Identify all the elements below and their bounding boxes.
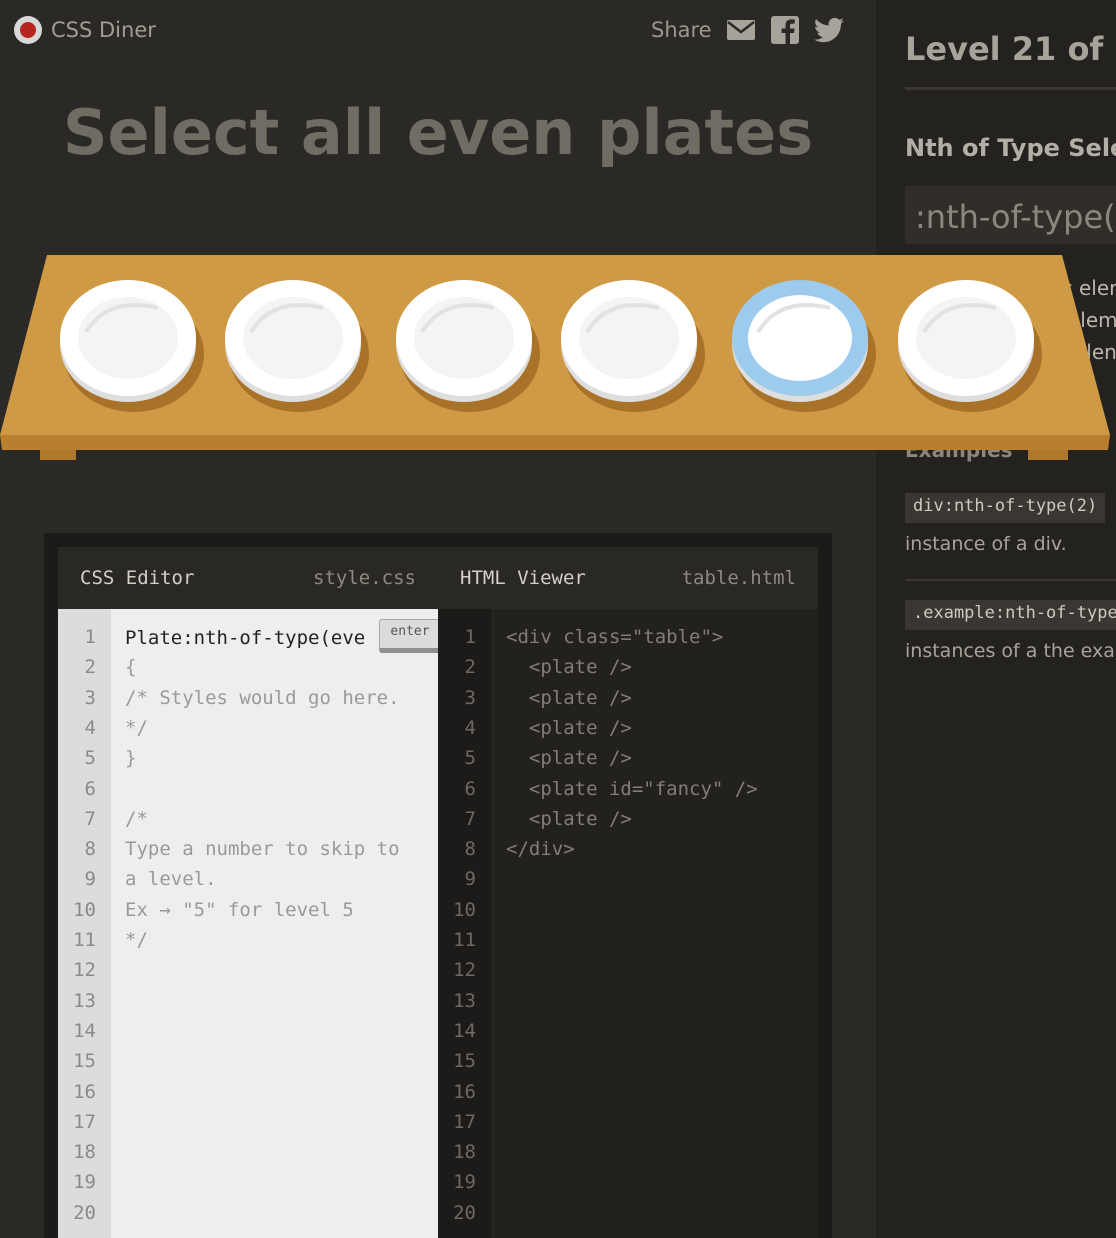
line-number: 9 [84,868,96,891]
css-code-line: /* Styles would go here. [125,686,400,709]
line-number: 17 [453,1110,476,1133]
level-indicator[interactable]: Level 21 of 32 [905,30,1116,68]
app-name: CSS Diner [51,18,156,42]
html-code-line[interactable]: <plate /> [506,808,632,830]
facebook-icon[interactable] [770,16,800,44]
html-viewer-title: HTML Viewer [460,567,586,589]
example-text: instance of a div. [905,533,1067,555]
table-leg [40,446,76,460]
example-text: instances of a the exa [905,640,1115,662]
html-viewer-header: HTML Viewer table.html [438,547,818,609]
selector-name: Nth of Type Selector [905,134,1116,162]
examples-heading: Examples [905,438,1013,462]
line-number: 4 [84,716,96,739]
line-number: 18 [73,1141,96,1164]
share-label: Share [651,18,712,42]
line-number: 16 [73,1080,96,1103]
html-code-line[interactable]: <plate id="fancy" /> [506,778,758,800]
line-number: 7 [84,807,96,830]
line-number: 8 [464,838,476,861]
line-number: 19 [453,1171,476,1194]
line-number: 20 [73,1201,96,1224]
css-code-line: Ex → "5" for level 5 [125,898,354,921]
level-sidebar: Level 21 of 32 Nth of Type Selector :nth… [876,0,1116,1238]
line-number: 10 [453,898,476,921]
css-editor-title: CSS Editor [80,567,195,589]
css-code-line: /* [125,807,148,830]
description-line: elen [1074,340,1116,364]
css-line-gutter: 1 2 3 4 5 6 7 8 9 10 11 12 13 14 15 16 17 18 19 20 [58,609,111,1238]
html-code-line[interactable]: <plate /> [506,687,632,709]
line-number: 14 [73,1019,96,1042]
share-bar: Share [651,14,844,46]
css-editor-header: CSS Editor style.css [58,547,438,609]
css-selector-input[interactable] [125,625,365,651]
line-number: 5 [84,747,96,770]
plate[interactable] [561,280,705,412]
line-number: 15 [453,1050,476,1073]
html-code-line[interactable]: </div> [506,838,575,860]
css-code-line: a level. [125,868,217,891]
description-line: fic eler [1049,276,1116,300]
selector-syntax: :nth-of-type(A) [905,186,1116,244]
line-number: 12 [453,959,476,982]
example-code: .example:nth-of-type(odd) [905,600,1116,630]
line-number: 15 [73,1050,96,1073]
plate[interactable] [396,280,540,412]
divider [905,87,1116,90]
example-code: div:nth-of-type(2) [905,493,1106,523]
line-number: 17 [73,1110,96,1133]
css-code-line: */ [125,929,148,951]
line-number: 7 [464,807,476,830]
html-code-line[interactable]: <div class="table"> [506,626,723,648]
css-code-line: */ [125,716,148,739]
line-number: 19 [73,1171,96,1194]
line-number: 11 [73,929,96,951]
plate[interactable] [225,280,369,412]
line-number: 14 [453,1019,476,1042]
logo-icon [14,16,42,44]
twitter-icon[interactable] [813,16,844,44]
line-number: 11 [453,929,476,951]
css-editor-pane: 1234567891011121314151617181920 enter {/… [58,609,441,1238]
line-number: 4 [464,716,476,739]
line-number: 12 [73,959,96,982]
html-filename: table.html [681,567,796,589]
line-number: 18 [453,1141,476,1164]
line-number: 13 [73,989,96,1012]
line-number: 3 [464,686,476,709]
css-code-line: } [125,747,137,770]
css-filename: style.css [313,567,416,589]
envelope-icon[interactable] [726,16,756,44]
line-number: 16 [453,1080,476,1103]
line-number: 20 [453,1201,476,1224]
line-number: 6 [464,777,476,800]
line-number: 10 [73,898,96,921]
divider [905,579,1116,581]
plate[interactable] [60,280,204,412]
line-number: 6 [84,777,96,800]
line-number: 9 [464,868,476,891]
line-number: 2 [464,656,476,679]
css-code-line: Type a number to skip to [125,838,400,861]
html-line-gutter: 1 2 3 4 5 6 7 8 9 10 11 12 13 14 15 16 17 18 19 20 [438,609,493,1238]
html-code-line[interactable]: <plate /> [506,656,632,678]
html-viewer-pane: 1 2 3 4 5 6 7 8 9 10 11 12 13 14 15 16 17 18 19 20 <div cla… [438,609,818,1238]
fancy-plate[interactable] [732,280,876,412]
line-number: 1 [464,626,476,648]
line-number: 3 [84,686,96,709]
line-number: 13 [453,989,476,1012]
line-number: 2 [84,656,96,679]
css-code-line: { [125,656,137,679]
app-logo[interactable]: CSS Diner [14,15,156,45]
level-instruction: Select all even plates [62,96,814,169]
html-code-line[interactable]: <plate /> [506,747,632,769]
description-line: elem [1068,308,1116,332]
line-number: 1 [84,626,96,648]
line-number: 8 [84,838,96,861]
line-number: 5 [464,747,476,770]
enter-button[interactable]: enter [379,619,441,653]
html-code-line[interactable]: <plate /> [506,717,632,739]
code-editor: CSS Editor style.css HTML Viewer table.h… [44,533,832,1238]
